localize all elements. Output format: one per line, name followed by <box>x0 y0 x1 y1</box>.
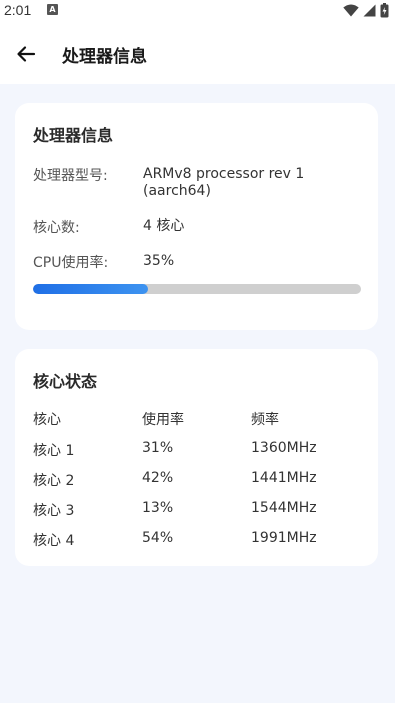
cpu-usage-value: 35% <box>143 253 175 269</box>
status-time: 2:01 <box>4 2 32 18</box>
status-icons <box>343 3 389 18</box>
header-core: 核心 <box>33 412 61 428</box>
row-usage: 13% <box>142 500 174 516</box>
model-value-line2: (aarch64) <box>143 183 211 199</box>
row-core: 核心 1 <box>33 443 75 459</box>
model-value: ARMv8 processor rev 1 (aarch64) <box>143 166 343 200</box>
back-button[interactable] <box>12 40 40 68</box>
core-status-card: 核心状态 核心 使用率 频率 核心 1 31% 1360MHz 核心 2 42%… <box>15 349 378 566</box>
app-bar: 处理器信息 <box>0 22 395 84</box>
row-usage: 54% <box>142 530 174 546</box>
row-frequency: 1991MHz <box>251 530 317 546</box>
cpu-usage-progress-bar <box>33 284 361 294</box>
core-status-title: 核心状态 <box>33 372 98 391</box>
cores-value: 4 核心 <box>143 218 185 234</box>
cpu-usage-label: CPU使用率: <box>33 255 109 271</box>
row-frequency: 1544MHz <box>251 500 317 516</box>
arrow-left-icon <box>17 46 36 62</box>
row-frequency: 1360MHz <box>251 440 317 456</box>
notification-a-icon: A <box>47 4 58 15</box>
row-core: 核心 3 <box>33 503 75 519</box>
page-title: 处理器信息 <box>62 47 147 67</box>
wifi-icon <box>343 4 359 17</box>
battery-icon <box>380 3 389 18</box>
header-frequency: 频率 <box>251 412 279 428</box>
model-label: 处理器型号: <box>33 168 108 184</box>
row-core: 核心 4 <box>33 533 75 549</box>
signal-icon <box>363 4 376 17</box>
model-value-line1: ARMv8 processor rev 1 <box>143 166 305 182</box>
cpu-usage-progress-fill <box>33 284 148 294</box>
processor-card-title: 处理器信息 <box>33 126 114 145</box>
row-core: 核心 2 <box>33 473 75 489</box>
row-usage: 31% <box>142 440 174 456</box>
cores-label: 核心数: <box>33 220 80 236</box>
status-bar: 2:01 A <box>0 0 395 22</box>
header-usage: 使用率 <box>142 412 184 428</box>
processor-info-card: 处理器信息 处理器型号: ARMv8 processor rev 1 (aarc… <box>15 103 378 330</box>
row-frequency: 1441MHz <box>251 470 317 486</box>
row-usage: 42% <box>142 470 174 486</box>
